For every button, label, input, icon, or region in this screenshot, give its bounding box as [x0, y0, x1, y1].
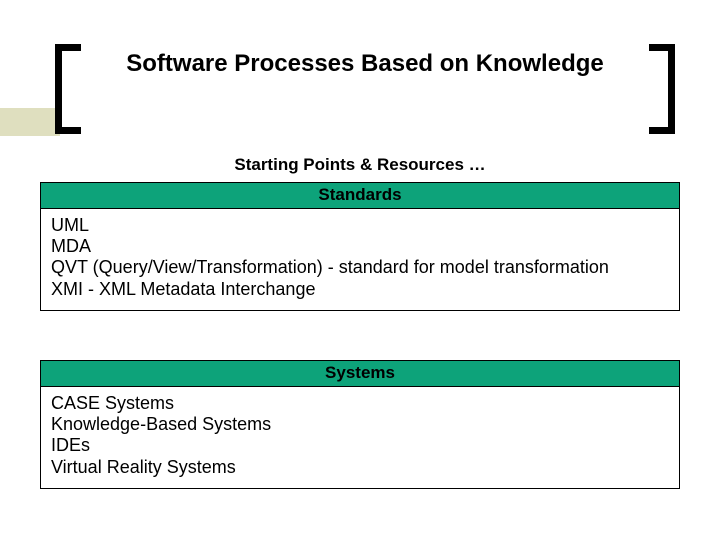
slide-subtitle: Starting Points & Resources …: [0, 155, 720, 175]
section-standards: Standards UML MDA QVT (Query/View/Transf…: [40, 182, 680, 311]
list-item: IDEs: [51, 435, 669, 456]
accent-stripe: [0, 108, 60, 136]
list-item: XMI - XML Metadata Interchange: [51, 279, 669, 300]
list-item: QVT (Query/View/Transformation) - standa…: [51, 257, 669, 278]
section-standards-body: UML MDA QVT (Query/View/Transformation) …: [41, 209, 679, 310]
bracket-right-icon: [649, 44, 675, 134]
section-systems-body: CASE Systems Knowledge-Based Systems IDE…: [41, 387, 679, 488]
list-item: UML: [51, 215, 669, 236]
section-systems-header: Systems: [41, 361, 679, 387]
section-systems: Systems CASE Systems Knowledge-Based Sys…: [40, 360, 680, 489]
list-item: Knowledge-Based Systems: [51, 414, 669, 435]
section-standards-header: Standards: [41, 183, 679, 209]
list-item: Virtual Reality Systems: [51, 457, 669, 478]
title-block: Software Processes Based on Knowledge: [55, 44, 675, 134]
bracket-left-icon: [55, 44, 81, 134]
list-item: CASE Systems: [51, 393, 669, 414]
slide-title: Software Processes Based on Knowledge: [95, 50, 635, 78]
list-item: MDA: [51, 236, 669, 257]
